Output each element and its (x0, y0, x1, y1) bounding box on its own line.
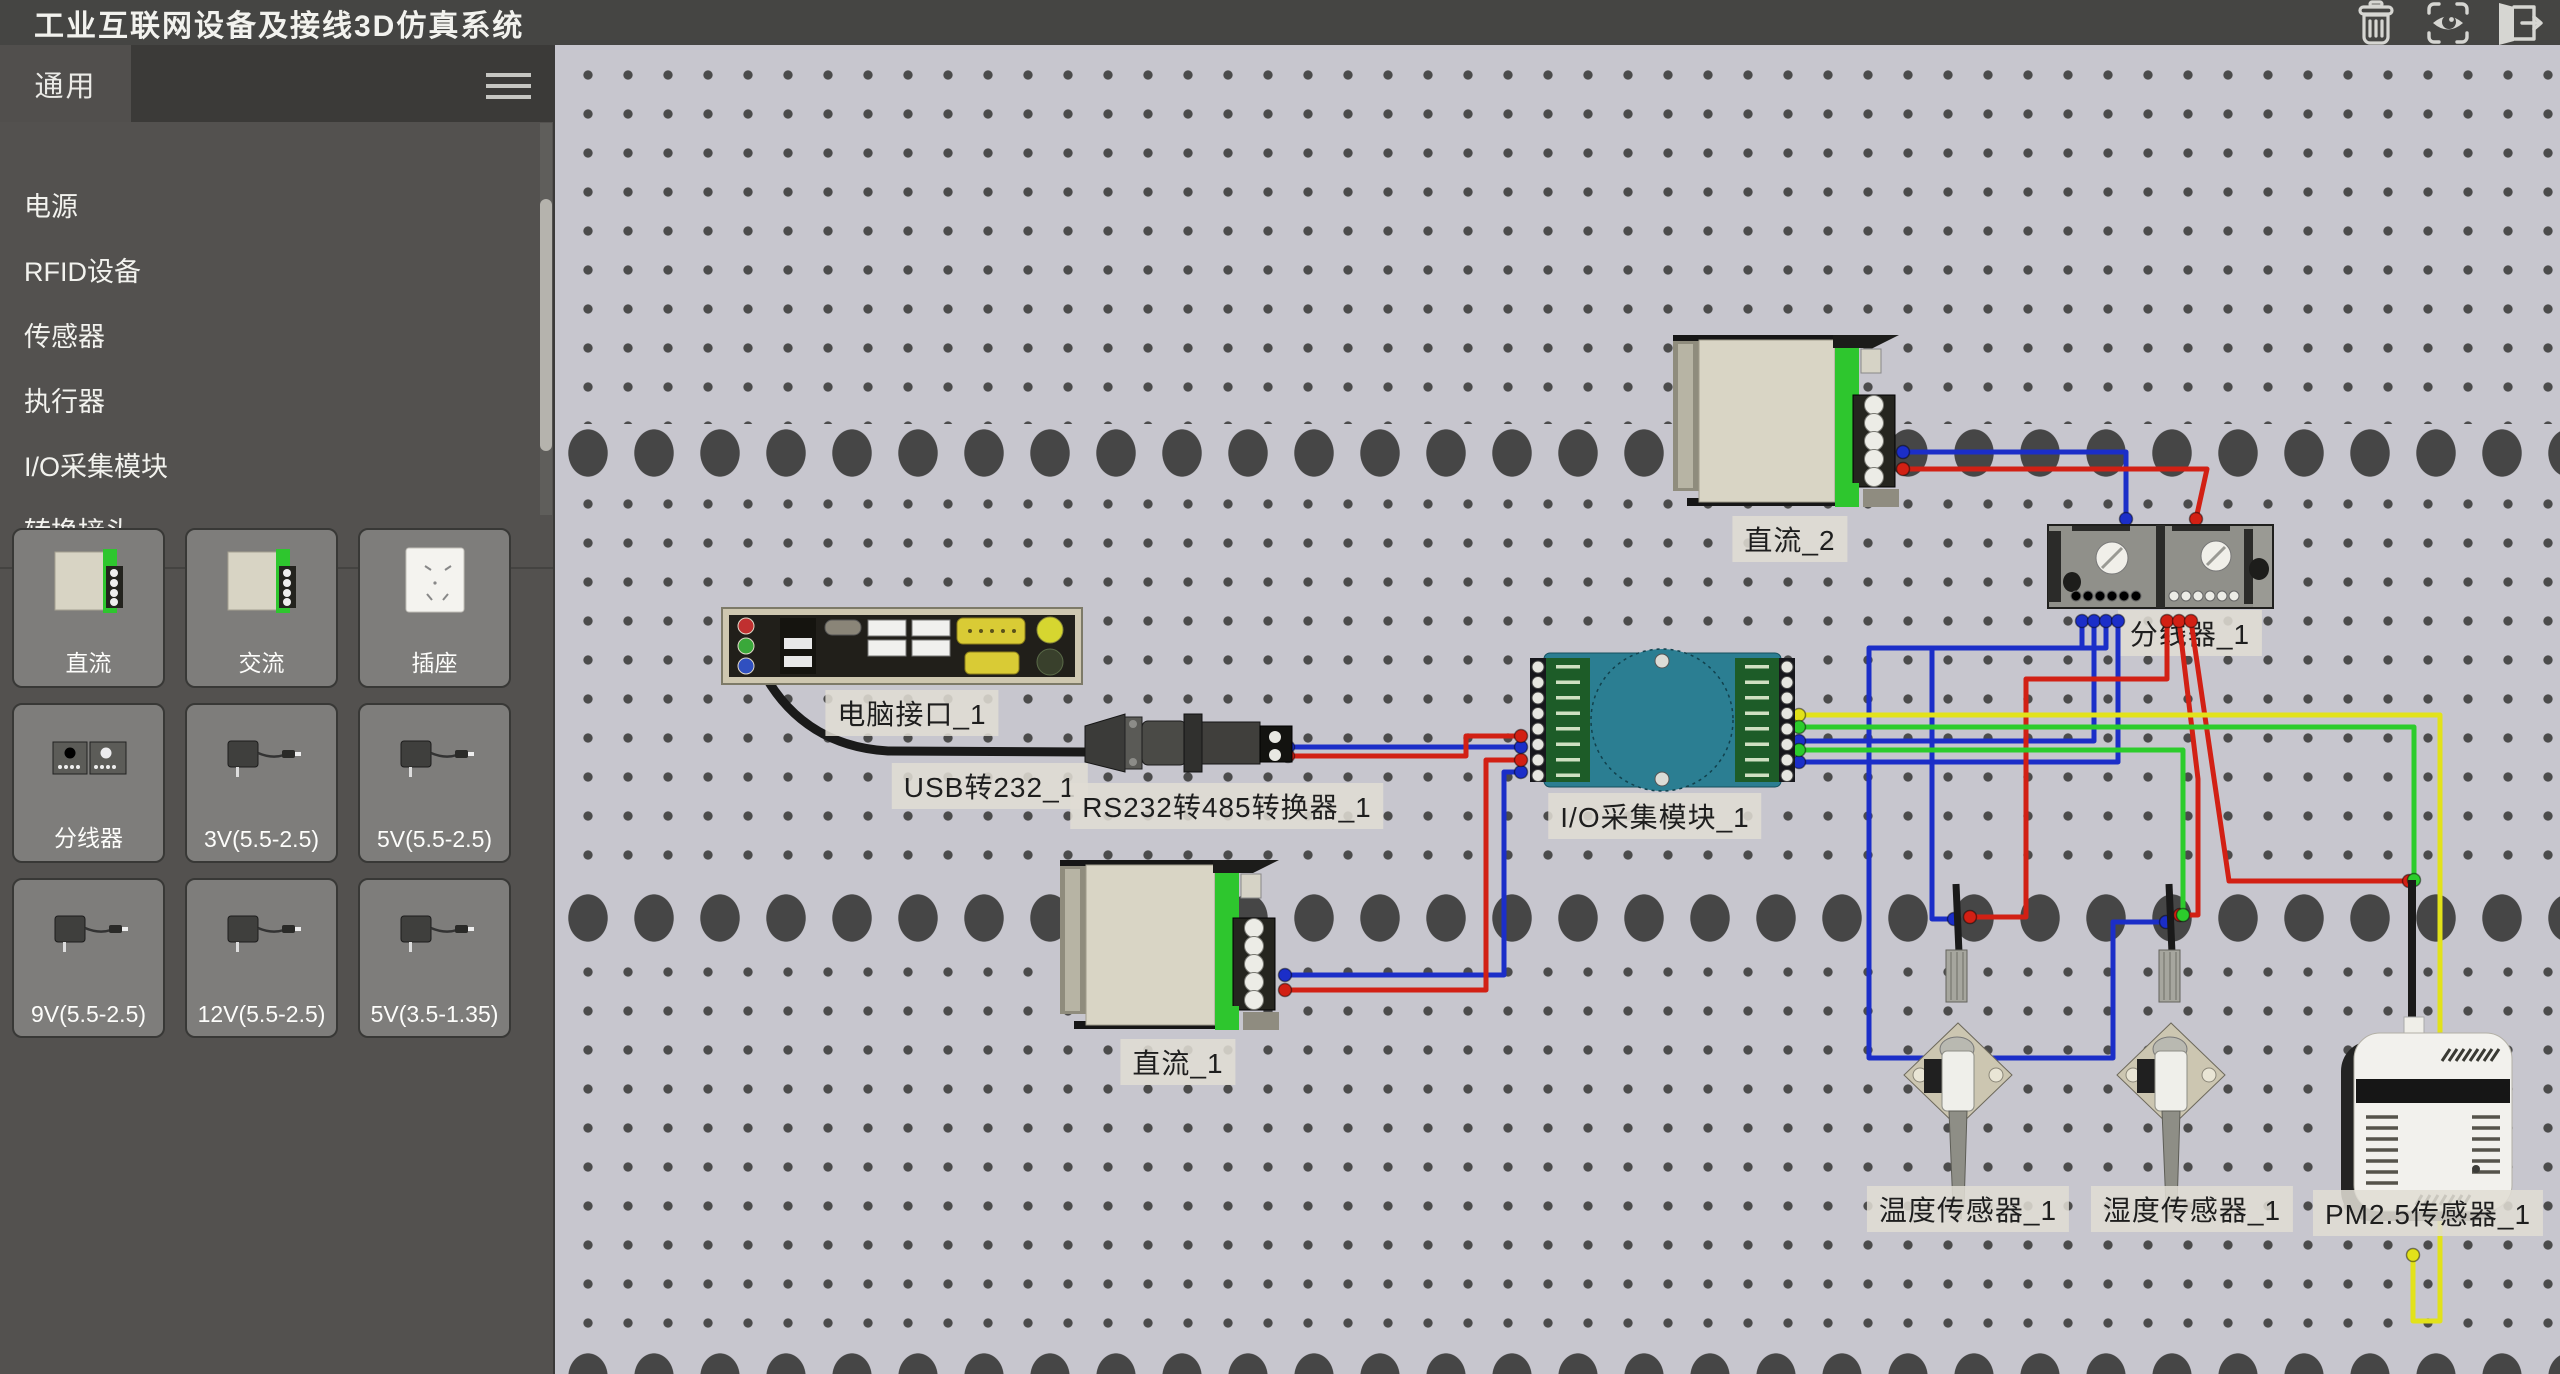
sidebar-item-3[interactable]: 执行器 (0, 370, 553, 435)
device-直流_2[interactable] (1673, 335, 1899, 507)
device-label: PM2.5传感器_1 (2313, 1190, 2543, 1236)
part-card-label: 5V(5.5-2.5) (360, 826, 509, 853)
wire-blue[interactable] (1869, 621, 2166, 1058)
part-card-1[interactable]: 交流 (185, 528, 338, 688)
device-分线器_1[interactable] (2048, 525, 2273, 608)
adapter-part-icon (216, 717, 308, 804)
hamburger-icon[interactable] (486, 73, 531, 99)
wire-black[interactable] (2169, 884, 2172, 953)
part-card-label: 交流 (187, 644, 336, 678)
device-label: 直流_2 (1732, 516, 1847, 562)
delete-button[interactable] (2352, 2, 2400, 44)
part-card-label: 分线器 (14, 819, 163, 853)
trash-icon (2353, 0, 2399, 46)
preview-button[interactable] (2424, 2, 2472, 44)
sidebar-item-0[interactable]: 电源 (0, 175, 553, 240)
part-card-label: 5V(3.5-1.35) (360, 1001, 509, 1028)
sidebar-item-2[interactable]: 传感器 (0, 305, 553, 370)
part-card-7[interactable]: 12V(5.5-2.5) (185, 878, 338, 1038)
door-exit-icon (2495, 0, 2545, 46)
wire-connector[interactable] (2088, 615, 2101, 628)
wire-red[interactable] (1970, 621, 2167, 917)
wire-connector[interactable] (1897, 463, 1910, 476)
wire-connector[interactable] (2112, 615, 2125, 628)
parts-card-grid: 直流交流插座分线器 3V(5.5-2.5) 5V(5.5-2.5) 9V(5.5-2.… (12, 528, 511, 1038)
sidebar-item-1[interactable]: RFID设备 (0, 240, 553, 305)
title-bar: 工业互联网设备及接线3D仿真系统 (0, 0, 2560, 45)
dc-part-icon (43, 542, 135, 629)
device-label: RS232转485转换器_1 (1070, 783, 1383, 829)
workspace-canvas[interactable]: 直流_2电脑接口_1USB转232_1RS232转485转换器_1I/O采集模块… (555, 45, 2560, 1374)
wire-connector[interactable] (1515, 730, 1528, 743)
wire-connector[interactable] (1964, 911, 1977, 924)
wire-black[interactable] (1956, 884, 1959, 953)
wire-red[interactable] (2191, 621, 2409, 881)
wire-red[interactable] (1903, 469, 2207, 519)
device-温度传感器_1[interactable] (1904, 950, 2012, 1219)
sidebar-item-4[interactable]: I/O采集模块 (0, 435, 553, 500)
part-card-label: 12V(5.5-2.5) (187, 1001, 336, 1028)
sidebar-scrollbar-thumb[interactable] (540, 199, 552, 451)
wire-green[interactable] (1799, 750, 2183, 915)
wire-connector[interactable] (2185, 615, 2198, 628)
part-card-label: 3V(5.5-2.5) (187, 826, 336, 853)
category-list: 电源RFID设备传感器执行器I/O采集模块转换接头 (0, 175, 553, 565)
toolbar-icons (2352, 2, 2544, 44)
adapter-part-icon (43, 892, 135, 979)
device-电脑接口_1[interactable] (722, 608, 1082, 684)
adapter-part-icon (216, 892, 308, 979)
sidebar-tabbar: 通用 (0, 45, 553, 122)
part-card-label: 9V(5.5-2.5) (14, 1001, 163, 1028)
wire-blue[interactable] (1903, 452, 2126, 519)
part-card-4[interactable]: 3V(5.5-2.5) (185, 703, 338, 863)
wire-connector[interactable] (2120, 513, 2133, 526)
part-card-5[interactable]: 5V(5.5-2.5) (358, 703, 511, 863)
wire-blue[interactable] (1932, 621, 2082, 919)
socket-part-icon (389, 542, 481, 629)
wire-connector[interactable] (1897, 446, 1910, 459)
wire-connector[interactable] (1515, 766, 1528, 779)
device-I/O采集模块_1[interactable] (1530, 649, 1795, 791)
app-title: 工业互联网设备及接线3D仿真系统 (34, 1, 524, 45)
device-label: 直流_1 (1120, 1039, 1235, 1085)
wire-connector[interactable] (2100, 615, 2113, 628)
part-card-3[interactable]: 分线器 (12, 703, 165, 863)
wire-connector[interactable] (2177, 909, 2190, 922)
wire-connector[interactable] (2190, 513, 2203, 526)
part-card-label: 直流 (14, 644, 163, 678)
part-card-label: 插座 (360, 644, 509, 678)
wire-connector[interactable] (2407, 1249, 2420, 1262)
part-card-2[interactable]: 插座 (358, 528, 511, 688)
device-label: 湿度传感器_1 (2091, 1186, 2293, 1232)
wire-connector[interactable] (1279, 969, 1292, 982)
device-RS232转485转换器_1[interactable] (1085, 714, 1292, 772)
adapter-part-icon (389, 717, 481, 804)
part-card-8[interactable]: 5V(3.5-1.35) (358, 878, 511, 1038)
parts-sidebar: 通用 电源RFID设备传感器执行器I/O采集模块转换接头 直流交流插座分线器 3V… (0, 45, 555, 1374)
adapter-part-icon (389, 892, 481, 979)
device-label: 电脑接口_1 (825, 690, 998, 736)
part-card-0[interactable]: 直流 (12, 528, 165, 688)
device-湿度传感器_1[interactable] (2117, 950, 2225, 1219)
tab-general[interactable]: 通用 (0, 45, 131, 122)
part-card-6[interactable]: 9V(5.5-2.5) (12, 878, 165, 1038)
device-label: 温度传感器_1 (1867, 1186, 2069, 1232)
dc-part-icon (216, 542, 308, 629)
device-label: I/O采集模块_1 (1548, 793, 1761, 839)
wire-connector[interactable] (2161, 615, 2174, 628)
wire-connector[interactable] (2173, 615, 2186, 628)
eye-scan-icon (2425, 0, 2471, 46)
wire-connector[interactable] (1279, 984, 1292, 997)
wire-connector[interactable] (1515, 754, 1528, 767)
splitter-part-icon (43, 717, 135, 804)
device-直流_1[interactable] (1060, 860, 1279, 1030)
exit-button[interactable] (2496, 2, 2544, 44)
wire-connector[interactable] (2076, 615, 2089, 628)
